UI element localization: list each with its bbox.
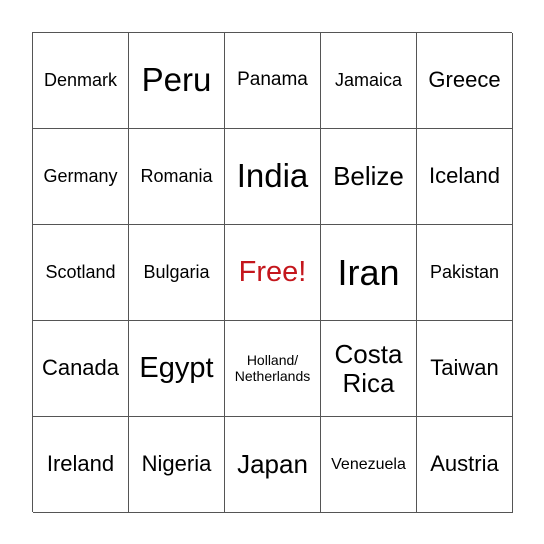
cell-label: Nigeria [141,451,212,477]
bingo-cell[interactable]: Canada [33,321,129,417]
bingo-cell[interactable]: Austria [417,417,513,513]
bingo-cell[interactable]: Taiwan [417,321,513,417]
cell-label: Holland/ Netherlands [234,352,311,384]
cell-label: Iceland [429,163,500,189]
bingo-cell[interactable]: Greece [417,33,513,129]
bingo-cell[interactable]: Denmark [33,33,129,129]
cell-label: Romania [140,165,213,186]
cell-label: Belize [333,161,404,192]
bingo-cell[interactable]: Iceland [417,129,513,225]
bingo-cell[interactable]: Pakistan [417,225,513,321]
bingo-cell[interactable]: Nigeria [129,417,225,513]
cell-label: Greece [428,67,501,93]
bingo-cell[interactable]: Belize [321,129,417,225]
bingo-cell[interactable]: Costa Rica [321,321,417,417]
cell-label: Taiwan [430,355,499,381]
cell-label: Costa Rica [334,338,403,398]
free-space-label: Free! [238,255,307,288]
cell-label: Canada [41,355,120,381]
free-space[interactable]: Free! [225,225,321,321]
bingo-cell[interactable]: Germany [33,129,129,225]
bingo-cell[interactable]: Jamaica [321,33,417,129]
bingo-cell[interactable]: Egypt [129,321,225,417]
bingo-board: Denmark Peru Panama Jamaica Greece Germa… [32,32,513,513]
cell-label: Japan [237,449,308,480]
bingo-cell[interactable]: Peru [129,33,225,129]
cell-label: Scotland [45,261,116,282]
cell-label: India [236,157,309,195]
bingo-cell[interactable]: Romania [129,129,225,225]
bingo-cell[interactable]: Ireland [33,417,129,513]
cell-label: Germany [43,165,118,186]
cell-label: Venezuela [331,455,406,473]
cell-label: Peru [141,61,212,99]
bingo-cell[interactable]: Panama [225,33,321,129]
bingo-cell[interactable]: Scotland [33,225,129,321]
bingo-cell[interactable]: Iran [321,225,417,321]
cell-label: Bulgaria [143,261,210,282]
cell-label: Ireland [46,451,115,477]
cell-label: Pakistan [429,261,500,282]
cell-label: Austria [430,451,499,477]
cell-label: Iran [337,251,400,293]
cell-label: Panama [237,69,308,91]
bingo-cell[interactable]: Japan [225,417,321,513]
bingo-cell[interactable]: Holland/ Netherlands [225,321,321,417]
bingo-cell[interactable]: Bulgaria [129,225,225,321]
bingo-cell[interactable]: India [225,129,321,225]
bingo-cell[interactable]: Venezuela [321,417,417,513]
cell-label: Jamaica [334,69,403,90]
cell-label: Denmark [43,69,118,90]
cell-label: Egypt [139,351,214,384]
